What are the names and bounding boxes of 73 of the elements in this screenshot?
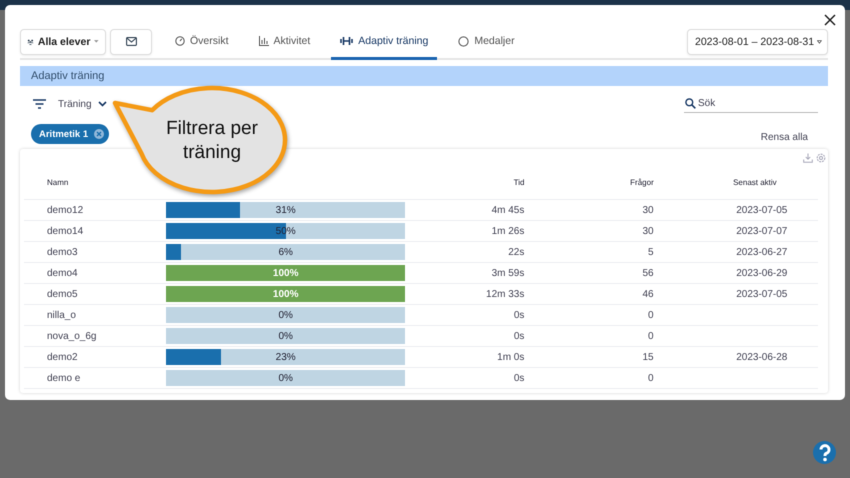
chart-icon <box>258 36 269 46</box>
table-cell: 5 <box>648 246 654 258</box>
table-cell: 0s <box>514 372 524 384</box>
dumbbell-icon <box>340 36 354 46</box>
progress-label: 100% <box>272 268 298 278</box>
table-cell: demo e <box>47 372 80 384</box>
table-cell: nilla_o <box>47 310 76 320</box>
clear-all-link[interactable]: Rensa alla <box>760 132 808 142</box>
table-cell: 3m 59s <box>492 268 524 278</box>
table-cell: 2023-06-28 <box>736 352 788 362</box>
column-header[interactable]: Namn <box>47 178 68 186</box>
table-cell: 4m 45s <box>492 204 524 216</box>
students-dropdown[interactable]: Alla elever <box>20 28 106 54</box>
gauge-icon <box>175 36 185 46</box>
table-cell: demo14 <box>47 226 84 236</box>
callout-text: Filtrera per träning <box>165 117 259 165</box>
date-range-dropdown[interactable]: 2023-08-01 – 2023-08-31 <box>687 28 828 54</box>
table-cell: demo3 <box>47 246 78 258</box>
table-cell: 56 <box>642 268 654 278</box>
help-button[interactable] <box>813 441 836 464</box>
circle-icon <box>458 36 470 46</box>
table-cell: nova_o_6g <box>47 330 96 342</box>
table-cell: 2023-07-07 <box>736 226 788 236</box>
table-cell: 0 <box>648 372 654 384</box>
section-header: Adaptiv träning <box>20 66 828 86</box>
table-cell: 0 <box>648 310 654 320</box>
close-icon <box>824 14 836 26</box>
table-cell: 46 <box>642 288 654 300</box>
table-cell: 0s <box>514 330 524 342</box>
table-cell: 1m 0s <box>497 352 524 362</box>
caret-icon <box>94 39 99 44</box>
table-cell: 30 <box>642 226 654 236</box>
remove-icon[interactable] <box>94 129 104 139</box>
chevron-icon <box>98 101 107 107</box>
progress-label: 0% <box>278 372 293 384</box>
progress-label: 23% <box>276 352 296 362</box>
progress-label: 0% <box>278 310 293 320</box>
filter-chip[interactable]: Aritmetik 1 <box>31 124 110 144</box>
table-cell: 2023-07-05 <box>736 204 788 216</box>
mail-icon <box>126 37 136 46</box>
progress-label: 100% <box>272 288 298 300</box>
table-cell: demo4 <box>47 268 78 278</box>
tab[interactable]: Adaptiv träning <box>331 25 438 60</box>
tab[interactable]: Översikt <box>166 25 238 60</box>
table-cell: 2023-06-29 <box>736 268 788 278</box>
question-icon <box>818 444 832 462</box>
close-button[interactable] <box>823 13 837 27</box>
caret-icon <box>817 38 822 44</box>
tab[interactable]: Aktivitet <box>250 25 320 60</box>
table-cell: demo5 <box>47 288 78 300</box>
table-cell: 15 <box>642 352 654 362</box>
column-header[interactable]: Frågor <box>630 178 654 186</box>
table-cell: 0s <box>514 310 524 320</box>
table-cell: 22s <box>508 246 524 258</box>
table-cell: 2023-06-27 <box>736 246 788 258</box>
search-icon <box>685 98 696 109</box>
column-header[interactable]: Tid <box>514 178 524 186</box>
progress-label: 31% <box>276 204 296 216</box>
table-cell: 1m 26s <box>492 226 524 236</box>
table-cell: 30 <box>642 204 654 216</box>
progress-label: 6% <box>278 246 293 258</box>
table-cell: demo12 <box>47 204 84 216</box>
table-cell: demo2 <box>47 352 78 362</box>
table-cell: 0 <box>648 330 654 342</box>
table-cell: 12m 33s <box>486 288 524 300</box>
training-dropdown[interactable]: Träning <box>58 98 107 110</box>
mail-button[interactable] <box>110 28 152 54</box>
tab[interactable]: Medaljer <box>449 25 524 60</box>
table-cell: 2023-07-05 <box>736 288 788 300</box>
column-header[interactable]: Senast aktiv <box>733 178 777 186</box>
people-icon <box>27 36 34 46</box>
progress-label: 0% <box>278 330 293 342</box>
filter-icon[interactable] <box>33 99 46 109</box>
